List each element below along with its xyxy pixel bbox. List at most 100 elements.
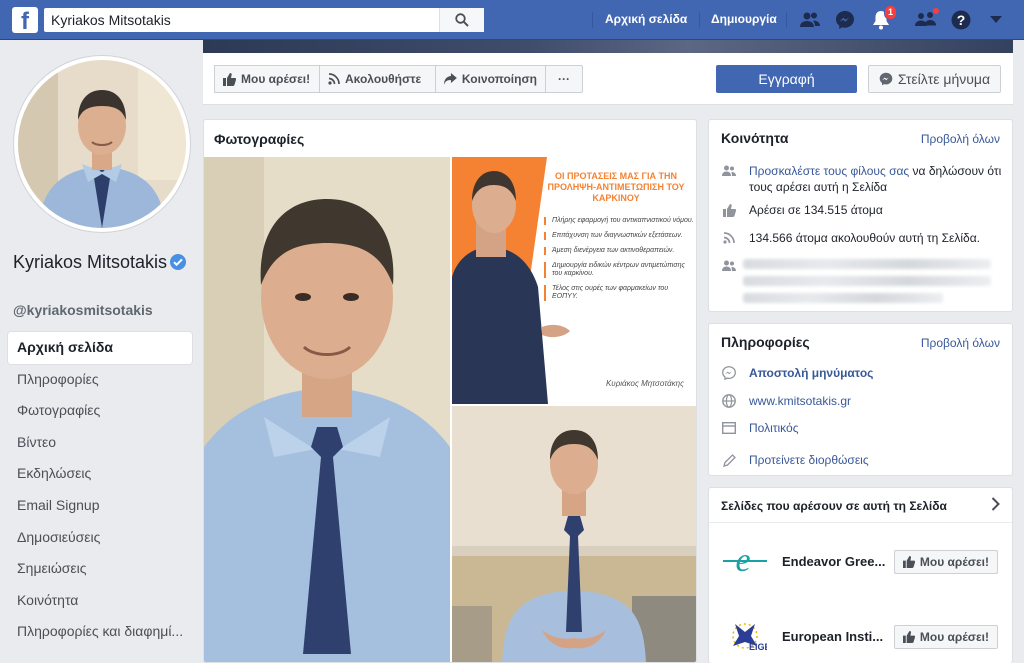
more-options-button[interactable]: ··· — [545, 65, 583, 93]
suggest-edits-row: Προτείνετε διορθώσεις — [721, 452, 1002, 468]
poster-heading: ΟΙ ΠΡΟΤΑΣΕΙΣ ΜΑΣ ΓΙΑ ΤΗΝ ΠΡΟΛΗΨΗ-ΑΝΤΙΜΕΤ… — [547, 171, 685, 203]
liked-pages-card: Σελίδες που αρέσουν σε αυτή τη Σελίδα e … — [708, 487, 1013, 663]
eige-logo-icon[interactable]: EIGE — [721, 612, 769, 660]
messenger-icon — [721, 365, 737, 381]
website-row: www.kmitsotakis.gr — [721, 393, 1002, 409]
suggest-edits-link[interactable]: Προτείνετε διορθώσεις — [749, 452, 869, 468]
page-follows-row: 134.566 άτομα ακολουθούν αυτή τη Σελίδα. — [721, 230, 1002, 246]
signup-button[interactable]: Εγγραφή — [716, 65, 857, 93]
thumbs-up-icon — [223, 72, 236, 86]
svg-text:?: ? — [957, 12, 966, 28]
left-nav-item-community[interactable]: Κοινότητα — [8, 585, 192, 617]
account-menu-chevron-icon[interactable] — [984, 8, 1008, 32]
chevron-right-icon[interactable] — [991, 497, 1000, 514]
left-nav-item-notes[interactable]: Σημειώσεις — [8, 553, 192, 585]
community-see-all-link[interactable]: Προβολή όλων — [921, 132, 1000, 146]
page-title: Kyriakos Mitsotakis — [13, 250, 193, 274]
avatar — [18, 60, 186, 228]
share-button[interactable]: Κοινοποίηση — [435, 65, 546, 93]
follow-label: Ακολουθήστε — [345, 72, 422, 86]
photo-portrait-large[interactable] — [204, 157, 450, 662]
facebook-logo-icon[interactable]: f — [12, 7, 38, 33]
signup-label: Εγγραφή — [758, 71, 815, 87]
messenger-icon[interactable] — [833, 8, 857, 32]
globe-icon — [721, 393, 737, 409]
poster-bullet: Άμεση διενέργεια των ακτινοθεραπειών. — [544, 247, 694, 255]
left-nav-item-home[interactable]: Αρχική σελίδα — [8, 332, 192, 364]
left-navigation: Αρχική σελίδα Πληροφορίες Φωτογραφίες Βί… — [8, 332, 192, 648]
help-icon[interactable]: ? — [949, 8, 973, 32]
invite-friends-icon — [721, 163, 737, 179]
poster-bullet: Επιτάχυνση των διαγνωστικών εξετάσεων. — [544, 232, 694, 240]
category-row: Πολιτικός — [721, 420, 1002, 436]
message-row: Αποστολή μηνύματος — [721, 365, 1002, 381]
endeavor-logo-icon[interactable]: e — [721, 537, 769, 585]
more-options-label: ··· — [558, 72, 570, 86]
left-nav-item-posts[interactable]: Δημοσιεύσεις — [8, 522, 192, 554]
page-handle[interactable]: @kyriakosmitsotakis — [13, 302, 153, 318]
verified-badge-icon — [170, 254, 187, 270]
create-link[interactable]: Δημιουργία — [711, 12, 777, 26]
left-nav-item-events[interactable]: Εκδηλώσεις — [8, 458, 192, 490]
profile-picture[interactable] — [14, 56, 190, 232]
liked-page-name[interactable]: Endeavor Gree... — [782, 554, 885, 569]
left-nav-item-info-and-ads[interactable]: Πληροφορίες και διαφημί... — [8, 616, 192, 648]
search-box — [44, 8, 484, 32]
info-see-all-link[interactable]: Προβολή όλων — [921, 336, 1000, 350]
left-nav-item-photos[interactable]: Φωτογραφίες — [8, 395, 192, 427]
page-follows-text: 134.566 άτομα ακολουθούν αυτή τη Σελίδα. — [749, 231, 980, 245]
category-link[interactable]: Πολιτικός — [749, 420, 799, 436]
nav-divider — [592, 12, 593, 28]
poster-bullet: Δημιουργία ειδικών κέντρων αντιμετώπισης… — [544, 262, 694, 278]
search-button[interactable] — [439, 8, 484, 32]
photos-title[interactable]: Φωτογραφίες — [214, 131, 304, 147]
community-card: Κοινότητα Προβολή όλων Προσκαλέστε τους … — [708, 119, 1013, 312]
invite-friends-link[interactable]: Προσκαλέστε τους φίλους σας — [749, 164, 909, 178]
blurred-friends-text — [743, 259, 991, 269]
blurred-friends-text — [743, 276, 991, 286]
liked-page-name[interactable]: European Insti... — [782, 629, 883, 644]
notifications-badge: 1 — [883, 5, 897, 20]
info-card: Πληροφορίες Προβολή όλων Αποστολή μηνύμα… — [708, 323, 1013, 476]
follow-button[interactable]: Ακολουθήστε — [319, 65, 436, 93]
thumbs-up-icon — [902, 556, 915, 568]
left-nav-item-email-signup[interactable]: Email Signup — [8, 490, 192, 522]
share-label: Κοινοποίηση — [461, 72, 537, 86]
photo-standing[interactable] — [452, 406, 696, 662]
friend-requests-icon[interactable] — [798, 8, 822, 32]
thumbs-up-icon — [902, 631, 915, 643]
like-liked-page-label: Μου αρέσει! — [919, 555, 989, 569]
rss-follow-icon — [721, 230, 737, 246]
page-likes-row: Αρέσει σε 134.515 άτομα — [721, 202, 1002, 218]
cover-photo[interactable] — [203, 40, 1013, 53]
liked-pages-title: Σελίδες που αρέσουν σε αυτή τη Σελίδα — [721, 499, 947, 513]
home-link[interactable]: Αρχική σελίδα — [605, 12, 687, 26]
rss-follow-icon — [328, 73, 340, 85]
send-message-label: Στείλτε μήνυμα — [897, 71, 991, 87]
left-nav-item-videos[interactable]: Βίντεο — [8, 427, 192, 459]
send-message-button[interactable]: Στείλτε μήνυμα — [868, 65, 1001, 93]
search-input[interactable] — [44, 8, 439, 32]
category-icon — [721, 420, 737, 436]
invite-friends-text: Προσκαλέστε τους φίλους σας να δηλώσουν … — [749, 163, 1002, 195]
like-page-label: Μου αρέσει! — [241, 72, 311, 86]
like-page-button[interactable]: Μου αρέσει! — [214, 65, 320, 93]
nav-divider — [786, 12, 787, 28]
community-help-dot — [932, 7, 940, 15]
poster-bullet: Πλήρης εφαρμογή του αντικαπνιστικού νόμο… — [544, 217, 694, 225]
messenger-icon — [879, 72, 893, 86]
search-icon — [455, 13, 469, 27]
friends-icon — [721, 258, 737, 274]
notifications-icon[interactable]: 1 — [869, 5, 897, 32]
like-liked-page-button[interactable]: Μου αρέσει! — [893, 625, 998, 649]
pencil-icon — [721, 452, 737, 468]
poster-signature: Κυριάκος Μητσοτάκης — [605, 379, 684, 388]
eige-logo-text: EIGE — [749, 642, 767, 652]
poster-bullet: Τέλος στις ουρές των φαρμακείων του ΕΟΠΥ… — [544, 285, 694, 301]
like-liked-page-button[interactable]: Μου αρέσει! — [893, 550, 998, 574]
photo-campaign-poster[interactable]: ΟΙ ΠΡΟΤΑΣΕΙΣ ΜΑΣ ΓΙΑ ΤΗΝ ΠΡΟΛΗΨΗ-ΑΝΤΙΜΕΤ… — [452, 157, 696, 404]
send-message-link[interactable]: Αποστολή μηνύματος — [749, 365, 873, 381]
community-help-icon[interactable] — [914, 7, 940, 32]
website-link[interactable]: www.kmitsotakis.gr — [749, 393, 851, 409]
left-nav-item-about[interactable]: Πληροφορίες — [8, 364, 192, 396]
